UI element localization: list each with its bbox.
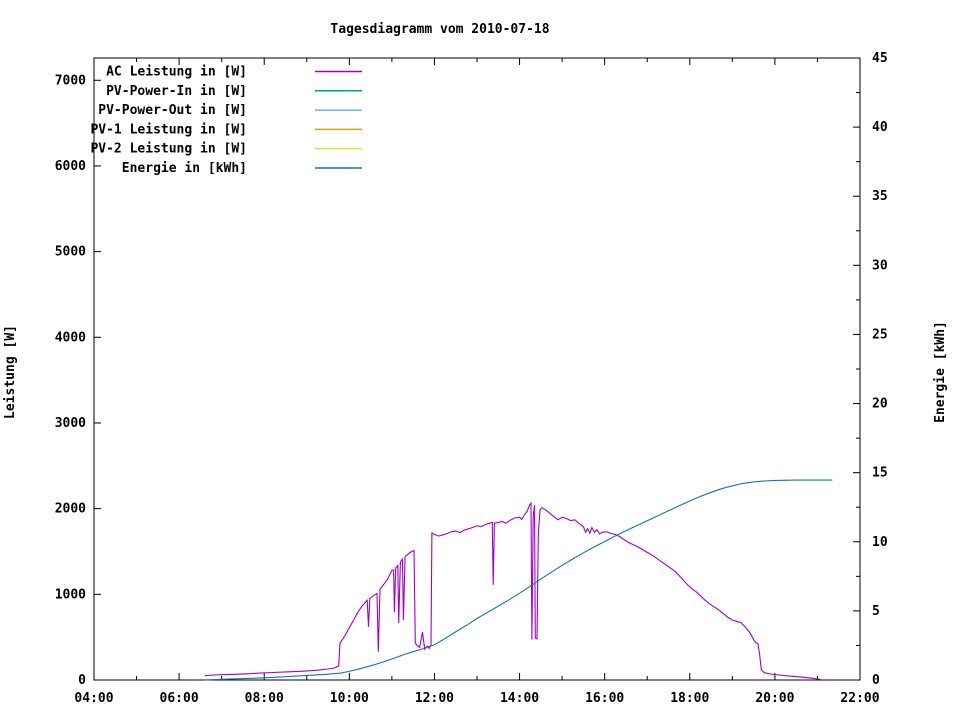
x-axis-tick-label: 16:00 — [585, 691, 624, 706]
legend-item: AC Leistung in [W] — [106, 65, 362, 80]
y-axis-label: Leistung [W] — [3, 325, 18, 419]
x-axis-tick-label: 10:00 — [330, 691, 369, 706]
legend-item: PV-1 Leistung in [W] — [90, 122, 362, 137]
y2-axis-tick-label: 30 — [872, 258, 888, 273]
x-axis-tick-label: 12:00 — [415, 691, 454, 706]
y2-axis-tick-label: 15 — [872, 466, 888, 481]
legend-item-label: PV-Power-In in [W] — [106, 84, 247, 99]
legend-item: PV-Power-In in [W] — [106, 84, 362, 99]
y2-axis-tick-label: 35 — [872, 189, 888, 204]
y2-axis-tick-label: 45 — [872, 51, 888, 66]
y2-axis-label: Energie [kWh] — [933, 321, 948, 423]
legend-item: PV-Power-Out in [W] — [98, 103, 362, 118]
x-axis-tick-label: 14:00 — [500, 691, 539, 706]
y-axis-tick-label: 7000 — [55, 73, 86, 88]
x-axis-tick-label: 08:00 — [245, 691, 284, 706]
x-axis-tick-label: 22:00 — [840, 691, 879, 706]
legend-item: Energie in [kWh] — [122, 161, 362, 176]
tagesdiagramm-chart: Tagesdiagramm vom 2010-07-18 Leistung [W… — [0, 0, 960, 720]
x-axis-tick-label: 20:00 — [755, 691, 794, 706]
x-axis-tick-label: 04:00 — [74, 691, 113, 706]
plot-canvas: Tagesdiagramm vom 2010-07-18 Leistung [W… — [3, 22, 948, 706]
y2-axis-tick-label: 20 — [872, 397, 888, 412]
x-axis-tick-label: 06:00 — [160, 691, 199, 706]
chart-title: Tagesdiagramm vom 2010-07-18 — [330, 22, 549, 37]
y2-axis-tick-label: 25 — [872, 327, 888, 342]
y-axis-tick-label: 5000 — [55, 245, 86, 260]
legend-item-label: PV-Power-Out in [W] — [98, 103, 247, 118]
legend-item-label: PV-2 Leistung in [W] — [90, 142, 247, 157]
y2-axis-tick-label: 0 — [872, 673, 880, 688]
x-axis-tick-label: 18:00 — [670, 691, 709, 706]
series-line-energie — [204, 479, 833, 681]
y2-axis-tick-label: 10 — [872, 535, 888, 550]
series-line-ac — [204, 501, 821, 681]
legend-item-label: Energie in [kWh] — [122, 161, 247, 176]
y2-axis-tick-label: 5 — [872, 604, 880, 619]
y-axis-tick-label: 6000 — [55, 159, 86, 174]
legend-item: PV-2 Leistung in [W] — [90, 142, 362, 157]
y-axis-tick-label: 3000 — [55, 416, 86, 431]
legend-layer: AC Leistung in [W] PV-Power-In in [W] PV-P… — [90, 65, 362, 176]
legend-item-label: AC Leistung in [W] — [106, 65, 247, 80]
y-axis-tick-label: 1000 — [55, 587, 86, 602]
y-axis-tick-label: 2000 — [55, 502, 86, 517]
legend-item-label: PV-1 Leistung in [W] — [90, 122, 247, 137]
y2-axis-tick-label: 40 — [872, 120, 888, 135]
y-axis-tick-label: 4000 — [55, 330, 86, 345]
y-axis-tick-label: 0 — [78, 673, 86, 688]
series-layer — [204, 479, 833, 681]
